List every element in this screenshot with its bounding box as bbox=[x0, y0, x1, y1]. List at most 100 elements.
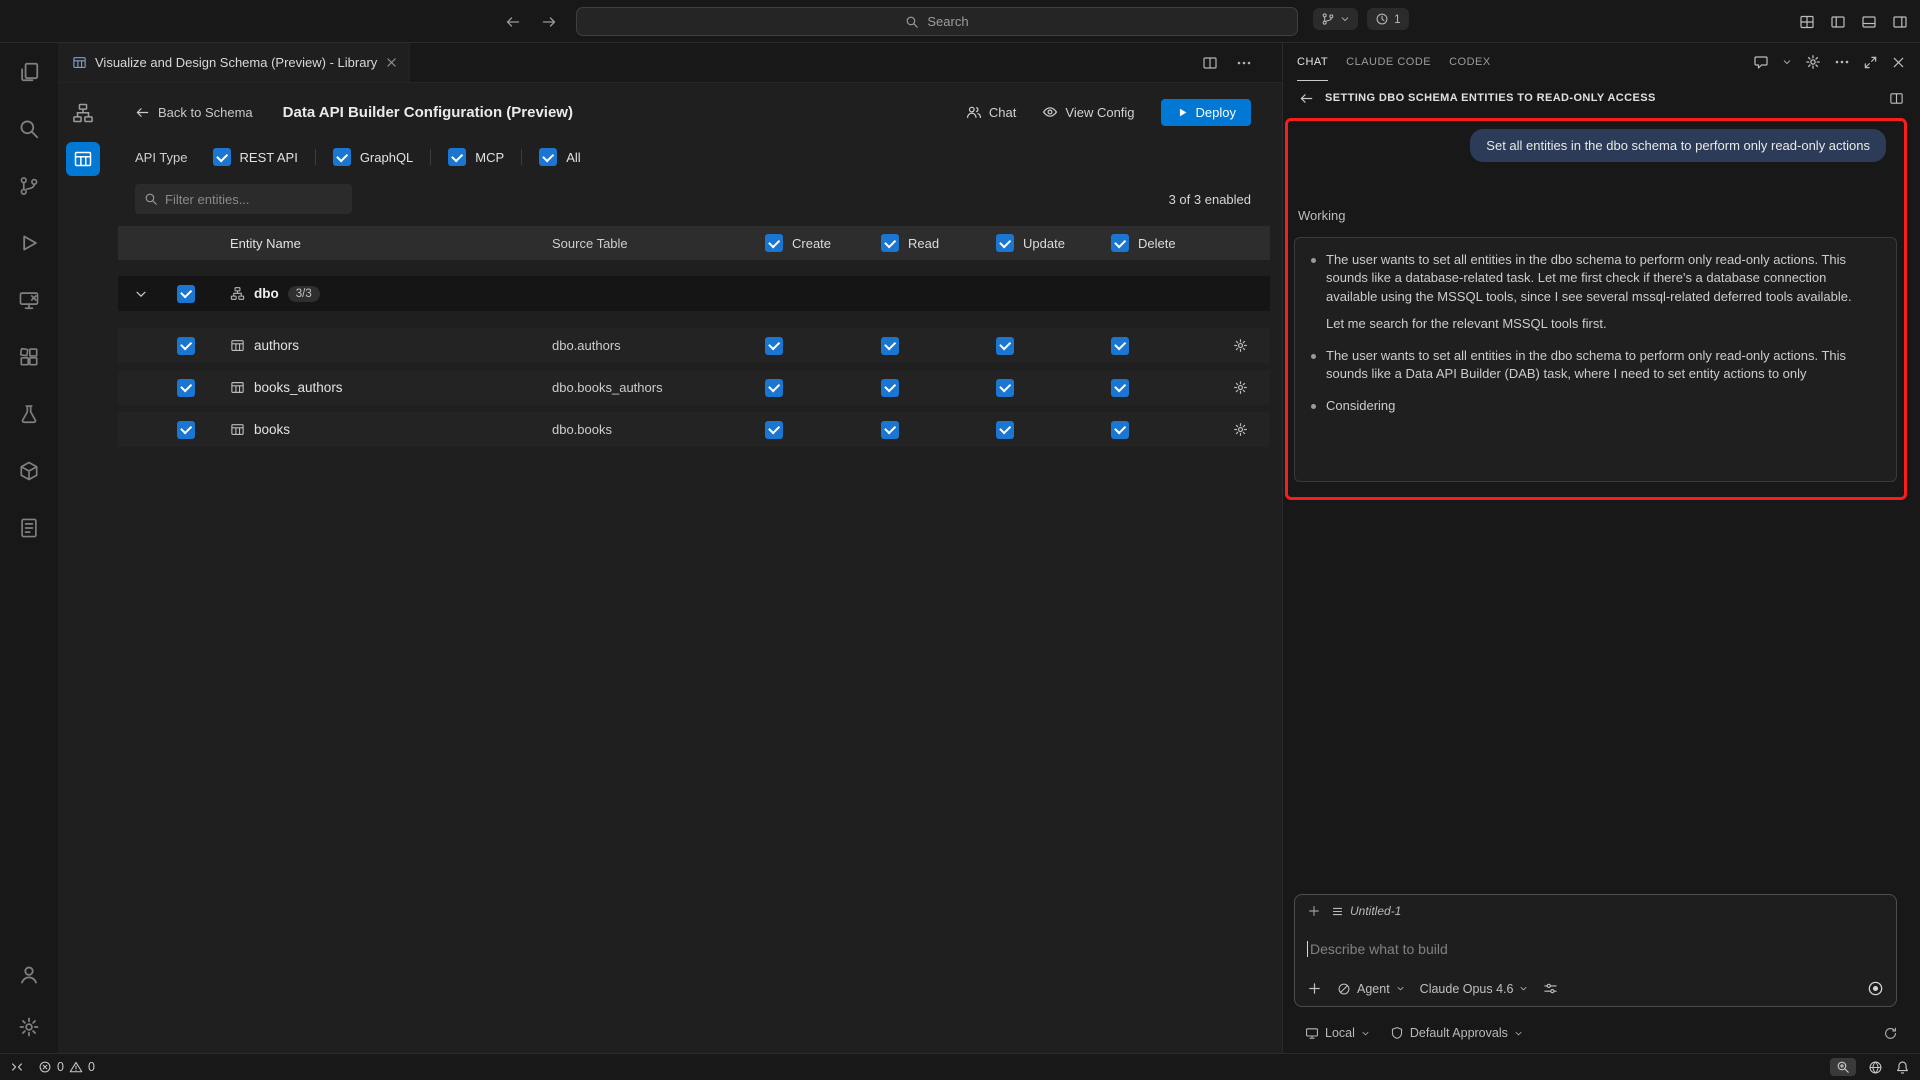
toggle-secondary-sidebar-icon[interactable] bbox=[1892, 14, 1908, 30]
all-label: All bbox=[566, 150, 580, 165]
source-control-icon[interactable] bbox=[0, 157, 58, 214]
session-count-button[interactable]: 1 bbox=[1367, 8, 1409, 30]
mcp-checkbox[interactable] bbox=[448, 148, 466, 166]
row-settings-gear-icon[interactable] bbox=[1233, 422, 1248, 437]
group-checkbox[interactable] bbox=[177, 285, 195, 303]
open-chat-editor-icon[interactable] bbox=[1889, 91, 1904, 106]
problems-indicator[interactable]: 0 0 bbox=[38, 1060, 95, 1074]
testing-icon[interactable] bbox=[0, 385, 58, 442]
rest-api-checkbox[interactable] bbox=[213, 148, 231, 166]
row-checkbox[interactable] bbox=[177, 337, 195, 355]
model-picker[interactable]: Claude Opus 4.6 bbox=[1420, 982, 1529, 996]
deploy-button[interactable]: Deploy bbox=[1161, 99, 1251, 126]
chat-input-box[interactable]: Untitled-1 Describe what to build Agent … bbox=[1294, 894, 1897, 1007]
create-checkbox[interactable] bbox=[765, 337, 783, 355]
update-checkbox[interactable] bbox=[996, 337, 1014, 355]
graphql-checkbox[interactable] bbox=[333, 148, 351, 166]
row-settings-gear-icon[interactable] bbox=[1233, 380, 1248, 395]
create-checkbox[interactable] bbox=[765, 421, 783, 439]
remote-explorer-icon[interactable] bbox=[0, 271, 58, 328]
editor-more-actions-icon[interactable] bbox=[1236, 55, 1252, 71]
copilot-sessions-button[interactable] bbox=[1313, 8, 1358, 30]
chat-panel-tabs: CHAT CLAUDE CODE CODEX bbox=[1283, 43, 1920, 81]
zoom-status-button[interactable] bbox=[1830, 1058, 1856, 1076]
editor-tab[interactable]: Visualize and Design Schema (Preview) - … bbox=[58, 43, 410, 82]
read-checkbox[interactable] bbox=[881, 337, 899, 355]
api-option-graphql[interactable]: GraphQL bbox=[333, 148, 413, 166]
remote-indicator-icon[interactable] bbox=[10, 1060, 24, 1074]
row-checkbox[interactable] bbox=[177, 379, 195, 397]
approvals-picker[interactable]: Default Approvals bbox=[1390, 1026, 1523, 1040]
back-icon[interactable] bbox=[1299, 91, 1314, 106]
delete-checkbox[interactable] bbox=[1111, 337, 1129, 355]
history-back-icon[interactable] bbox=[505, 14, 521, 30]
col-entity-name: Entity Name bbox=[208, 236, 536, 251]
dab-config-view-button[interactable] bbox=[66, 142, 100, 176]
history-forward-icon[interactable] bbox=[541, 14, 557, 30]
toggle-panel-icon[interactable] bbox=[1861, 14, 1877, 30]
agent-mode-icon bbox=[1337, 982, 1351, 996]
tab-claude-code[interactable]: CLAUDE CODE bbox=[1346, 43, 1431, 81]
api-option-rest[interactable]: REST API bbox=[213, 148, 298, 166]
agent-mode-picker[interactable]: Agent bbox=[1337, 982, 1405, 996]
close-chat-icon[interactable] bbox=[1891, 55, 1906, 70]
delete-checkbox[interactable] bbox=[1111, 421, 1129, 439]
chat-more-actions-icon[interactable] bbox=[1834, 54, 1850, 70]
api-option-mcp[interactable]: MCP bbox=[448, 148, 504, 166]
row-checkbox[interactable] bbox=[177, 421, 195, 439]
extensions-icon[interactable] bbox=[0, 328, 58, 385]
split-editor-icon[interactable] bbox=[1202, 55, 1218, 71]
update-checkbox[interactable] bbox=[996, 421, 1014, 439]
schema-designer-view-button[interactable] bbox=[66, 96, 100, 130]
context-chip[interactable]: Untitled-1 bbox=[1331, 904, 1401, 918]
api-option-all[interactable]: All bbox=[539, 148, 580, 166]
chat-input-placeholder[interactable]: Describe what to build bbox=[1310, 941, 1448, 957]
query-results-icon[interactable] bbox=[0, 499, 58, 556]
add-context-icon[interactable] bbox=[1307, 904, 1321, 918]
delete-all-checkbox[interactable] bbox=[1111, 234, 1129, 252]
row-settings-gear-icon[interactable] bbox=[1233, 338, 1248, 353]
toggle-primary-sidebar-icon[interactable] bbox=[1830, 14, 1846, 30]
tab-codex[interactable]: CODEX bbox=[1449, 43, 1491, 81]
language-globe-icon[interactable] bbox=[1868, 1060, 1883, 1075]
people-icon bbox=[966, 104, 982, 120]
database-projects-icon[interactable] bbox=[0, 442, 58, 499]
chat-settings-gear-icon[interactable] bbox=[1805, 54, 1821, 70]
clock-icon bbox=[1375, 12, 1389, 26]
update-checkbox[interactable] bbox=[996, 379, 1014, 397]
back-to-schema-link[interactable]: Back to Schema bbox=[135, 105, 253, 120]
chevron-down-icon bbox=[1514, 1029, 1523, 1038]
voice-record-button[interactable] bbox=[1867, 980, 1884, 997]
close-tab-icon[interactable] bbox=[385, 56, 398, 69]
tab-chat[interactable]: CHAT bbox=[1297, 43, 1328, 81]
expand-chat-icon[interactable] bbox=[1863, 55, 1878, 70]
command-center-search[interactable]: Search bbox=[576, 7, 1298, 36]
filter-entities-input[interactable] bbox=[165, 192, 343, 207]
table-row: books_authors dbo.books_authors bbox=[118, 370, 1270, 405]
delete-checkbox[interactable] bbox=[1111, 379, 1129, 397]
chat-button[interactable]: Chat bbox=[966, 104, 1016, 120]
chevron-down-icon[interactable] bbox=[1782, 57, 1792, 67]
run-debug-icon[interactable] bbox=[0, 214, 58, 271]
sync-progress-icon[interactable] bbox=[1883, 1026, 1898, 1041]
create-all-checkbox[interactable] bbox=[765, 234, 783, 252]
read-checkbox[interactable] bbox=[881, 421, 899, 439]
customize-layout-icon[interactable] bbox=[1799, 14, 1815, 30]
read-all-checkbox[interactable] bbox=[881, 234, 899, 252]
collapse-group-icon[interactable] bbox=[134, 287, 148, 301]
chat-mode-icon[interactable] bbox=[1753, 54, 1769, 70]
view-config-button[interactable]: View Config bbox=[1042, 104, 1134, 120]
all-checkbox[interactable] bbox=[539, 148, 557, 166]
create-checkbox[interactable] bbox=[765, 379, 783, 397]
attach-icon[interactable] bbox=[1307, 981, 1322, 996]
update-all-checkbox[interactable] bbox=[996, 234, 1014, 252]
notifications-bell-icon[interactable] bbox=[1895, 1060, 1910, 1075]
read-checkbox[interactable] bbox=[881, 379, 899, 397]
col-create: Create bbox=[792, 236, 831, 251]
explorer-icon[interactable] bbox=[0, 43, 58, 100]
environment-picker[interactable]: Local bbox=[1305, 1026, 1370, 1040]
tools-sliders-icon[interactable] bbox=[1543, 981, 1558, 996]
settings-gear-icon[interactable] bbox=[0, 1001, 58, 1053]
accounts-icon[interactable] bbox=[0, 949, 58, 1001]
search-view-icon[interactable] bbox=[0, 100, 58, 157]
